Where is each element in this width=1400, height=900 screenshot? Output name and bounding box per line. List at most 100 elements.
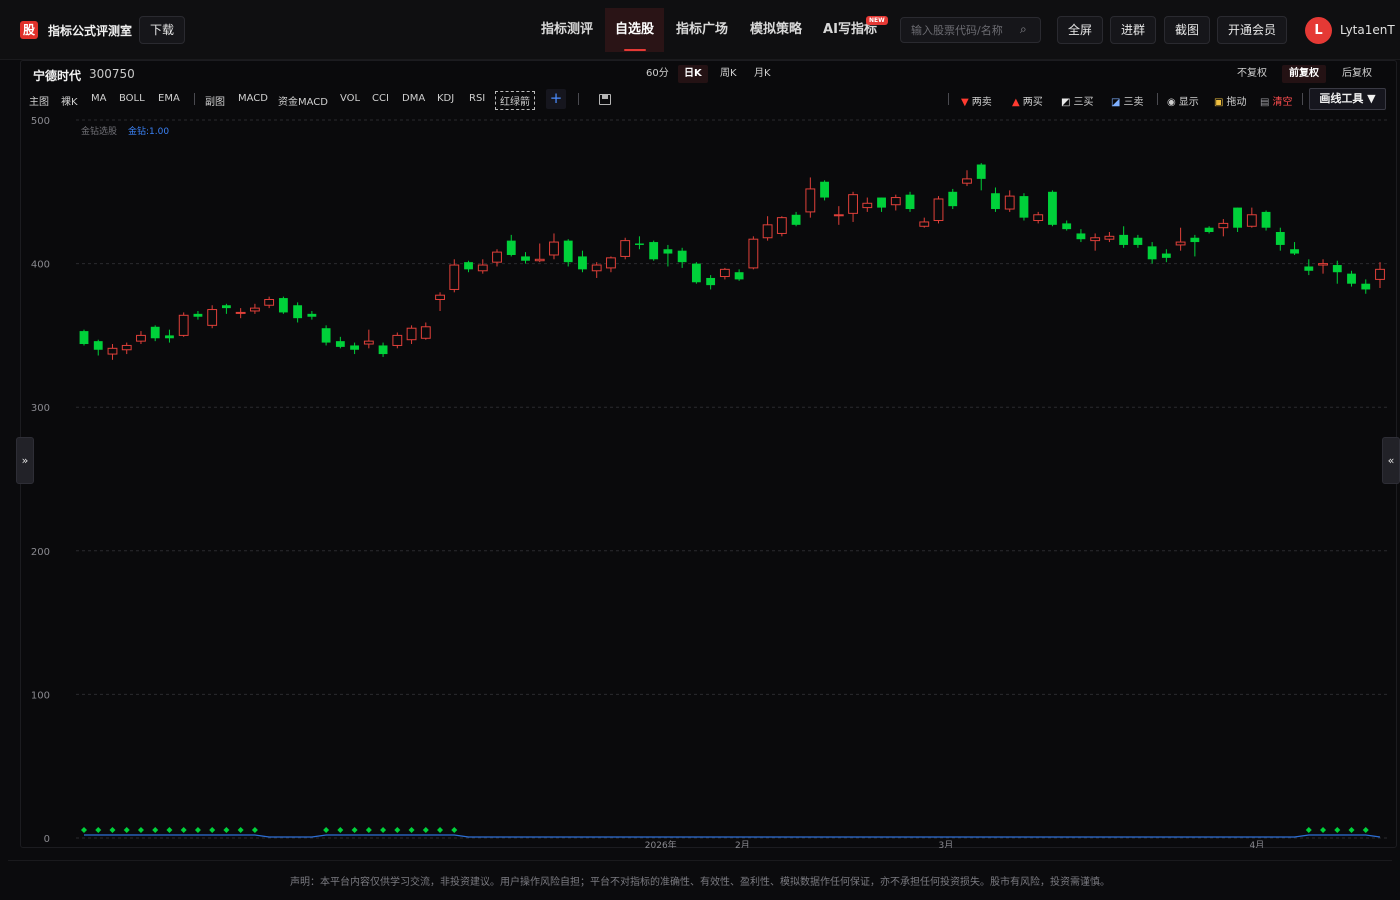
candle-body-down [222, 305, 231, 309]
join-group-button[interactable]: 进群 [1110, 16, 1157, 44]
signal-diamond [251, 827, 258, 833]
y-tick-label: 200 [31, 547, 50, 558]
indicator-macd[interactable]: MACD [238, 93, 268, 104]
candle-body-down [1332, 265, 1342, 273]
candle-body-up [748, 238, 759, 269]
indicator-raw-k[interactable]: 裸K [61, 93, 78, 108]
expand-right-panel-button[interactable]: « [1382, 437, 1400, 484]
nav-tab-indicator-review[interactable]: 指标测评 [532, 8, 602, 52]
candle-body-down [464, 262, 473, 270]
indicator-cci[interactable]: CCI [372, 93, 389, 104]
candle-body-down [1290, 249, 1299, 254]
add-indicator-button[interactable]: + [546, 89, 566, 109]
adjust-forward[interactable]: 前复权 [1282, 65, 1326, 83]
candle-body-down [335, 341, 345, 347]
indicator-ma[interactable]: MA [91, 93, 106, 104]
mark-two-sell[interactable]: ▼ 两卖 [961, 93, 992, 108]
period-60min[interactable]: 60分 [640, 65, 675, 83]
nav-tab-watchlist[interactable]: 自选股 [605, 8, 664, 52]
signal-diamond [1305, 827, 1312, 833]
new-badge: NEW [866, 16, 888, 25]
drag-toggle[interactable]: ▣ 拖动 [1214, 93, 1246, 108]
candle-body-up [1375, 268, 1385, 280]
mark-two-sell-label: 两卖 [971, 97, 992, 108]
y-tick-label: 400 [31, 260, 50, 271]
indicator-line [84, 834, 1381, 838]
signal-diamond [109, 827, 116, 833]
candle-body-up [1104, 235, 1115, 240]
indicator-vol[interactable]: VOL [340, 93, 360, 104]
download-button[interactable]: 下载 [139, 16, 186, 44]
adjust-backward[interactable]: 后复权 [1335, 65, 1379, 83]
triangle-down-icon: ▼ [961, 97, 969, 108]
signal-diamond [209, 827, 216, 833]
candle-body-up [136, 334, 146, 342]
candle-body-down [905, 194, 915, 210]
candle-body-down [1119, 234, 1129, 245]
candle-body-up [420, 326, 431, 339]
adjust-none[interactable]: 不复权 [1230, 65, 1274, 83]
y-tick-label: 300 [31, 403, 50, 414]
indicator-dma[interactable]: DMA [402, 93, 425, 104]
expand-left-panel-button[interactable]: » [16, 437, 34, 484]
candle-body-down [976, 164, 986, 179]
candle-body-up [107, 347, 118, 355]
signal-diamond [194, 827, 201, 833]
candle-body-up [833, 214, 844, 217]
candle-body-up [890, 197, 901, 206]
candle-body-up [392, 334, 403, 346]
candle-body-down [150, 326, 160, 339]
candle-body-up [121, 344, 132, 351]
mark-three-sell[interactable]: ◪ 三卖 [1111, 93, 1143, 108]
app-logo-icon: 股 [20, 21, 38, 39]
signal-diamond [166, 827, 173, 833]
mark-two-buy[interactable]: ▲ 两买 [1012, 93, 1043, 108]
indicator-boll[interactable]: BOLL [119, 93, 145, 104]
candle-body-down [677, 250, 687, 263]
signal-diamond [451, 827, 458, 833]
period-weekly[interactable]: 周K [714, 65, 743, 83]
screenshot-button[interactable]: 截图 [1164, 16, 1211, 44]
period-monthly[interactable]: 月K [748, 65, 777, 83]
candle-body-down [79, 331, 89, 345]
kline-chart[interactable]: 0 100 200 300 400 500 2026年 2月 3月 4月 [21, 112, 1387, 848]
drag-label: 拖动 [1226, 97, 1247, 108]
save-icon[interactable] [599, 94, 611, 105]
main-chart-label: 主图 [29, 97, 49, 108]
signal-diamond [394, 827, 401, 833]
clear-button[interactable]: ▤ 清空 [1260, 93, 1292, 108]
signal-diamond [1362, 827, 1369, 833]
candle-body-down [706, 277, 716, 286]
membership-button[interactable]: 开通会员 [1217, 16, 1288, 44]
x-tick-label: 2月 [735, 840, 750, 848]
fullscreen-button[interactable]: 全屏 [1057, 16, 1104, 44]
drawing-tools-dropdown[interactable]: 画线工具 ▼ [1309, 88, 1386, 110]
period-daily[interactable]: 日K [678, 65, 708, 83]
indicator-red-green-arrow[interactable]: 红绿箭 [495, 91, 535, 110]
username[interactable]: Lyta1enT [1340, 23, 1395, 37]
mark-two-buy-label: 两买 [1022, 97, 1043, 108]
signal-diamond [437, 827, 444, 833]
legend-indicator-value: 金钻:1.00 [128, 127, 170, 137]
candle-body-down [1361, 283, 1371, 290]
candle-body-up [1033, 214, 1044, 222]
nav-tab-indicator-square[interactable]: 指标广场 [667, 8, 737, 52]
user-avatar[interactable]: L [1305, 17, 1332, 44]
candle-body-up [1246, 214, 1257, 227]
toolbar-divider [194, 93, 195, 105]
candle-body-down [663, 249, 673, 254]
indicator-fund-macd[interactable]: 资金MACD [278, 93, 328, 108]
signal-diamond [81, 827, 87, 833]
candle-body-up [848, 194, 858, 214]
show-toggle[interactable]: ◉ 显示 [1167, 93, 1199, 108]
candle-body-down [1133, 237, 1143, 245]
indicator-ema[interactable]: EMA [158, 93, 180, 104]
search-icon[interactable]: ⌕ [1020, 22, 1027, 37]
indicator-rsi[interactable]: RSI [469, 93, 485, 104]
candle-body-up [178, 314, 189, 336]
candle-body-down [635, 243, 644, 245]
indicator-kdj[interactable]: KDJ [437, 93, 454, 104]
nav-tab-sim-strategy[interactable]: 模拟策略 [741, 8, 811, 52]
mark-three-buy[interactable]: ◩ 三买 [1061, 93, 1093, 108]
nav-tab-ai-indicator[interactable]: AI写指标 [815, 8, 885, 52]
